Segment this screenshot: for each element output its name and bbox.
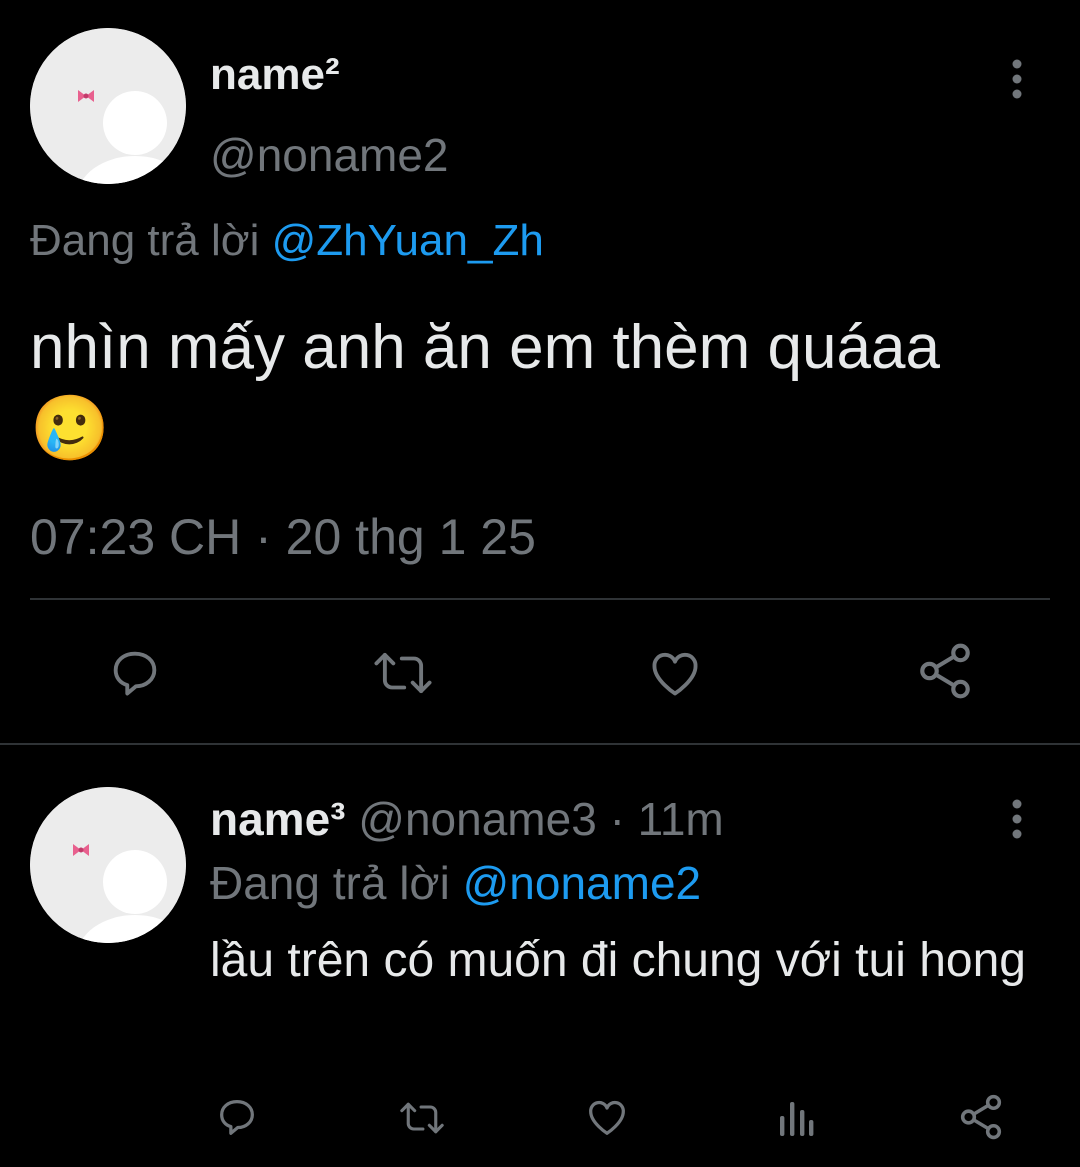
like-icon[interactable] xyxy=(646,644,704,702)
replying-to: Đang trả lời @noname2 xyxy=(210,856,701,910)
separator: · xyxy=(609,793,625,845)
views-icon[interactable] xyxy=(776,1098,816,1138)
replying-prefix: Đang trả lời xyxy=(30,216,260,265)
reply-text: lầu trên có muốn đi chung với tui hong xyxy=(210,934,1026,987)
reply-icon[interactable] xyxy=(214,1094,260,1140)
more-options-icon[interactable] xyxy=(1005,58,1029,111)
reply-header: name³ @noname3 · 11m xyxy=(210,792,724,846)
share-icon[interactable] xyxy=(914,640,976,702)
handle[interactable]: @noname3 xyxy=(358,793,597,845)
replying-to: Đang trả lời @ZhYuan_Zh xyxy=(30,216,544,266)
divider xyxy=(30,598,1050,600)
reply-icon[interactable] xyxy=(106,644,164,702)
age[interactable]: 11m xyxy=(638,793,724,845)
display-name[interactable]: name³ xyxy=(210,793,345,845)
replying-to-link[interactable]: @noname2 xyxy=(463,857,702,909)
more-options-icon[interactable] xyxy=(1005,798,1029,851)
timestamp[interactable]: 07:23 CH · 20 thg 1 25 xyxy=(30,508,536,566)
retweet-icon[interactable] xyxy=(396,1096,448,1140)
handle[interactable]: @noname2 xyxy=(210,128,449,182)
replying-prefix: Đang trả lời xyxy=(210,857,450,909)
share-icon[interactable] xyxy=(956,1092,1006,1142)
default-avatar-icon xyxy=(30,787,186,943)
emoji: 🥲 xyxy=(30,392,110,464)
avatar[interactable] xyxy=(30,28,186,184)
display-name[interactable]: name² xyxy=(210,50,340,100)
replying-to-link[interactable]: @ZhYuan_Zh xyxy=(272,216,544,265)
avatar[interactable] xyxy=(30,787,186,943)
default-avatar-icon xyxy=(30,28,186,184)
like-icon[interactable] xyxy=(584,1094,630,1140)
tweet-text: nhìn mấy anh ăn em thèm quáaa 🥲 xyxy=(30,308,1060,470)
tweet-separator xyxy=(0,743,1080,745)
tweet-body: nhìn mấy anh ăn em thèm quáaa xyxy=(30,313,940,382)
retweet-icon[interactable] xyxy=(370,644,436,702)
